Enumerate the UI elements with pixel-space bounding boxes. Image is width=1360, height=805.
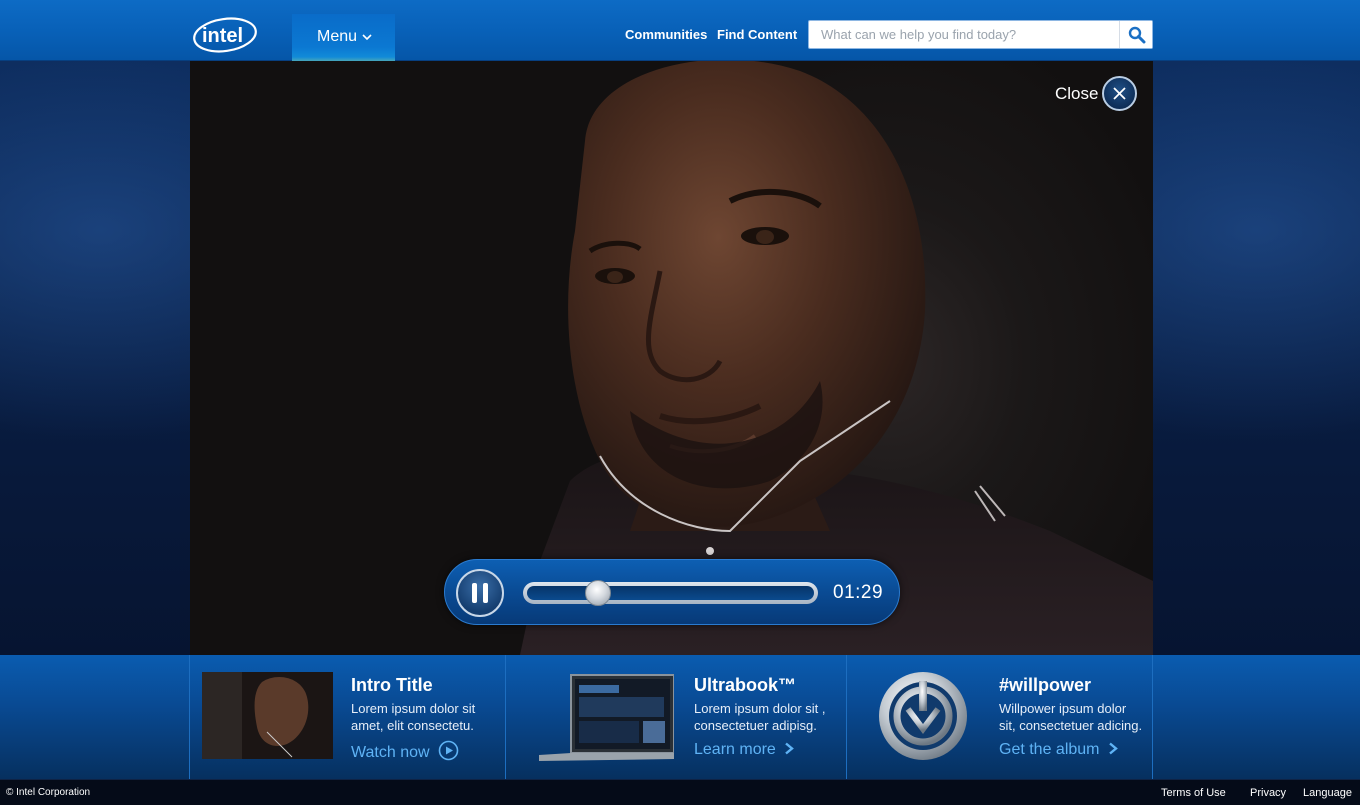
link-label: Get the album <box>999 741 1100 758</box>
tile-title: Intro Title <box>351 675 433 695</box>
tile-intro[interactable]: Intro Title Lorem ipsum dolor sit amet, … <box>189 655 505 779</box>
footer-privacy-link[interactable]: Privacy <box>1250 787 1286 799</box>
get-the-album-link[interactable]: Get the album <box>999 741 1118 759</box>
tile-desc-line-1: Lorem ipsum dolor sit , <box>694 701 826 716</box>
learn-more-link[interactable]: Learn more <box>694 741 795 759</box>
close-icon <box>1113 87 1126 100</box>
close-label: Close <box>1055 84 1099 103</box>
search-input[interactable] <box>809 21 1119 48</box>
tile-desc-line-1: Lorem ipsum dolor sit <box>351 701 476 716</box>
tile-willpower[interactable]: #willpower Willpower ipsum dolor sit, co… <box>846 655 1152 779</box>
close-video-button[interactable]: Close <box>1055 75 1140 113</box>
tile-desc-line-2: consectetuer adipisg. <box>694 718 817 733</box>
ultrabook-image[interactable] <box>539 673 674 763</box>
chevron-right-icon <box>1109 742 1118 755</box>
tile-title: Ultrabook™ <box>694 675 797 695</box>
tile-desc-line-2: amet, elit consectetu. <box>351 718 474 733</box>
pause-button[interactable] <box>456 569 504 617</box>
watch-now-link[interactable]: Watch now <box>351 740 459 762</box>
time-display: 01:29 <box>833 582 884 603</box>
footer-language-link[interactable]: Language <box>1303 787 1352 799</box>
play-circle-icon <box>438 740 459 761</box>
willpower-logo-icon[interactable] <box>878 671 968 761</box>
search-box <box>808 20 1153 49</box>
link-label: Learn more <box>694 741 776 758</box>
tile-ultrabook[interactable]: Ultrabook™ Lorem ipsum dolor sit , conse… <box>505 655 846 779</box>
footer: © Intel Corporation Terms of Use Privacy… <box>0 779 1360 805</box>
copyright-text: © Intel Corporation <box>6 787 91 798</box>
tile-title: #willpower <box>999 675 1092 695</box>
video-player-controls: 01:29 <box>444 559 900 625</box>
search-button[interactable] <box>1119 21 1152 48</box>
nav-find-content[interactable]: Find Content <box>717 27 797 42</box>
pause-icon <box>472 583 477 603</box>
logo-text: intel <box>202 25 243 47</box>
header-bar: intel Menu Communities Find Content <box>0 0 1360 69</box>
progress-track-inner <box>527 586 814 600</box>
progress-track[interactable] <box>523 580 818 606</box>
close-button-circle[interactable] <box>1102 76 1137 111</box>
chevron-down-icon <box>362 34 372 41</box>
pause-icon-bar <box>483 583 488 603</box>
tile-desc-line-1: Willpower ipsum dolor <box>999 701 1127 716</box>
link-label: Watch now <box>351 744 430 761</box>
footer-terms-link[interactable]: Terms of Use <box>1161 787 1226 799</box>
chevron-right-icon <box>785 742 795 755</box>
nav-communities[interactable]: Communities <box>625 27 707 42</box>
intel-logo[interactable]: intel <box>192 14 258 54</box>
search-icon <box>1128 26 1146 44</box>
menu-label: Menu <box>317 28 358 45</box>
tile-divider <box>1152 655 1153 779</box>
progress-thumb[interactable] <box>585 580 611 606</box>
intro-thumbnail[interactable] <box>202 672 333 759</box>
promo-tiles: Intro Title Lorem ipsum dolor sit amet, … <box>0 655 1360 779</box>
tile-desc-line-2: sit, consectetuer adicing. <box>999 718 1143 733</box>
